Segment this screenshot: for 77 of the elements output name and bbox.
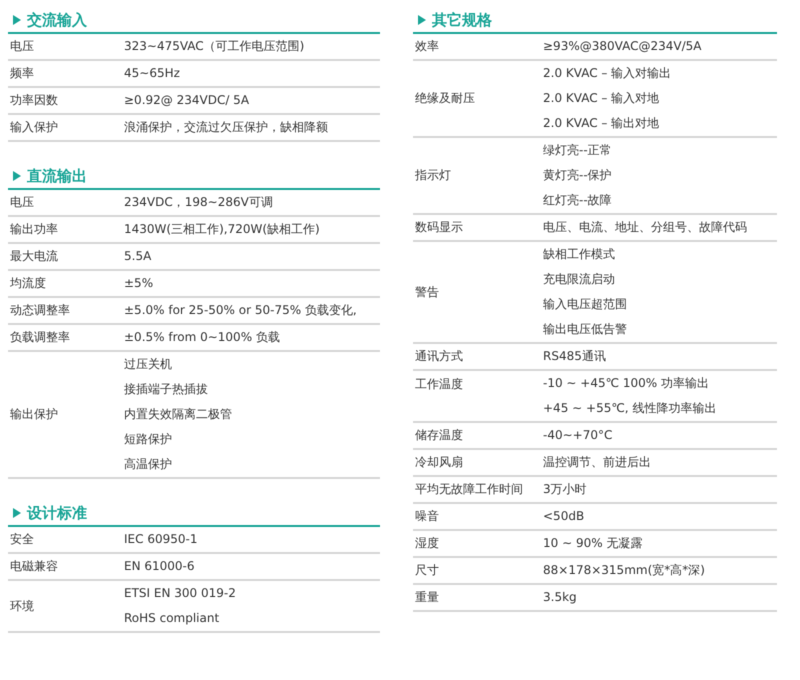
spec-value: 88×178×315mm(宽*高*深) [543,562,705,579]
spec-value: 接插端子热插拔 [124,381,209,398]
spec-label: 噪音 [415,508,439,525]
spec-value: +45 ~ +55℃, 线性降功率输出 [543,400,716,417]
spec-label: 动态调整率 [10,302,70,319]
spec-value: 1430W(三相工作),720W(缺相工作) [124,221,320,238]
spec-value: ±5.0% for 25-50% or 50-75% 负载变化, [124,302,357,319]
spec-value: 内置失效隔离二极管 [124,406,232,423]
spec-value: 输出电压低告警 [543,321,627,338]
spec-value: RoHS compliant [124,610,220,627]
spec-label: 效率 [415,38,439,55]
spec-label: 冷却风扇 [415,454,463,471]
spec-value: 充电限流启动 [543,271,616,288]
spec-value: 2.0 KVAC – 输出对地 [543,115,660,132]
spec-value: 缺相工作模式 [543,246,616,263]
spec-label: 电压 [10,194,34,211]
triangle-icon [418,15,426,25]
section-title: 直流输出 [27,166,87,186]
spec-value: RS485通讯 [543,348,606,365]
spec-value: 2.0 KVAC – 输入对地 [543,90,660,107]
triangle-icon [13,15,21,25]
spec-value: ±5% [124,275,154,292]
spec-value: 输入电压超范围 [543,296,627,313]
spec-value: 45~65Hz [124,65,180,82]
spec-label: 湿度 [415,535,439,552]
spec-value: ETSI EN 300 019-2 [124,585,236,602]
spec-value: 10 ~ 90% 无凝露 [543,535,642,552]
spec-label: 输出功率 [10,221,58,238]
spec-value: 温控调节、前进后出 [543,454,651,471]
spec-label: 通讯方式 [415,348,463,365]
spec-value: ±0.5% from 0~100% 负载 [124,329,280,346]
triangle-icon [13,171,21,181]
spec-label: 频率 [10,65,34,82]
spec-value: 高温保护 [124,456,173,473]
spec-value: 323~475VAC（可工作电压范围) [124,38,304,55]
spec-label: 工作温度 [415,376,463,393]
spec-label: 输入保护 [10,119,58,136]
spec-label: 环境 [10,598,34,614]
spec-value: EN 61000-6 [124,558,195,575]
spec-value: 2.0 KVAC – 输入对输出 [543,65,672,82]
spec-value: 短路保护 [124,431,173,448]
spec-value: 黄灯亮--保护 [543,167,612,184]
spec-label: 安全 [10,531,34,548]
spec-value: -40~+70°C [543,427,612,444]
spec-value: 5.5A [124,248,152,265]
spec-label: 重量 [415,589,439,606]
spec-value: 红灯亮--故障 [543,192,612,209]
spec-label: 功率因数 [10,92,58,109]
spec-label: 警告 [415,284,439,300]
spec-value: 3万小时 [543,481,587,498]
spec-label: 负载调整率 [10,329,70,346]
spec-value: 234VDC，198~286V可调 [124,194,273,211]
spec-value: ≥0.92@ 234VDC/ 5A [124,92,250,109]
spec-label: 最大电流 [10,248,58,265]
spec-label: 尺寸 [415,562,439,579]
spec-value: -10 ~ +45℃ 100% 功率输出 [543,375,710,392]
section-title: 其它规格 [432,10,492,30]
spec-value: 过压关机 [124,356,173,373]
spec-value: 3.5kg [543,589,577,606]
spec-label: 绝缘及耐压 [415,90,475,107]
spec-label: 指示灯 [415,167,451,184]
spec-label: 数码显示 [415,219,463,236]
spec-label: 平均无故障工作时间 [415,481,523,498]
spec-label: 电磁兼容 [10,558,58,575]
section-title: 交流输入 [27,10,87,30]
spec-value: <50dB [543,508,584,525]
spec-label: 均流度 [10,275,46,292]
triangle-icon [13,508,21,518]
spec-value: ≥93%@380VAC@234V/5A [543,38,702,55]
spec-label: 输出保护 [10,406,58,423]
spec-value: IEC 60950-1 [124,531,198,548]
spec-label: 电压 [10,38,34,55]
spec-value: 绿灯亮--正常 [543,142,612,159]
spec-value: 浪涌保护，交流过欠压保护，缺相降额 [124,119,328,136]
spec-value: 电压、电流、地址、分组号、故障代码 [543,219,747,236]
spec-label: 储存温度 [415,427,463,444]
section-title: 设计标准 [27,504,87,522]
